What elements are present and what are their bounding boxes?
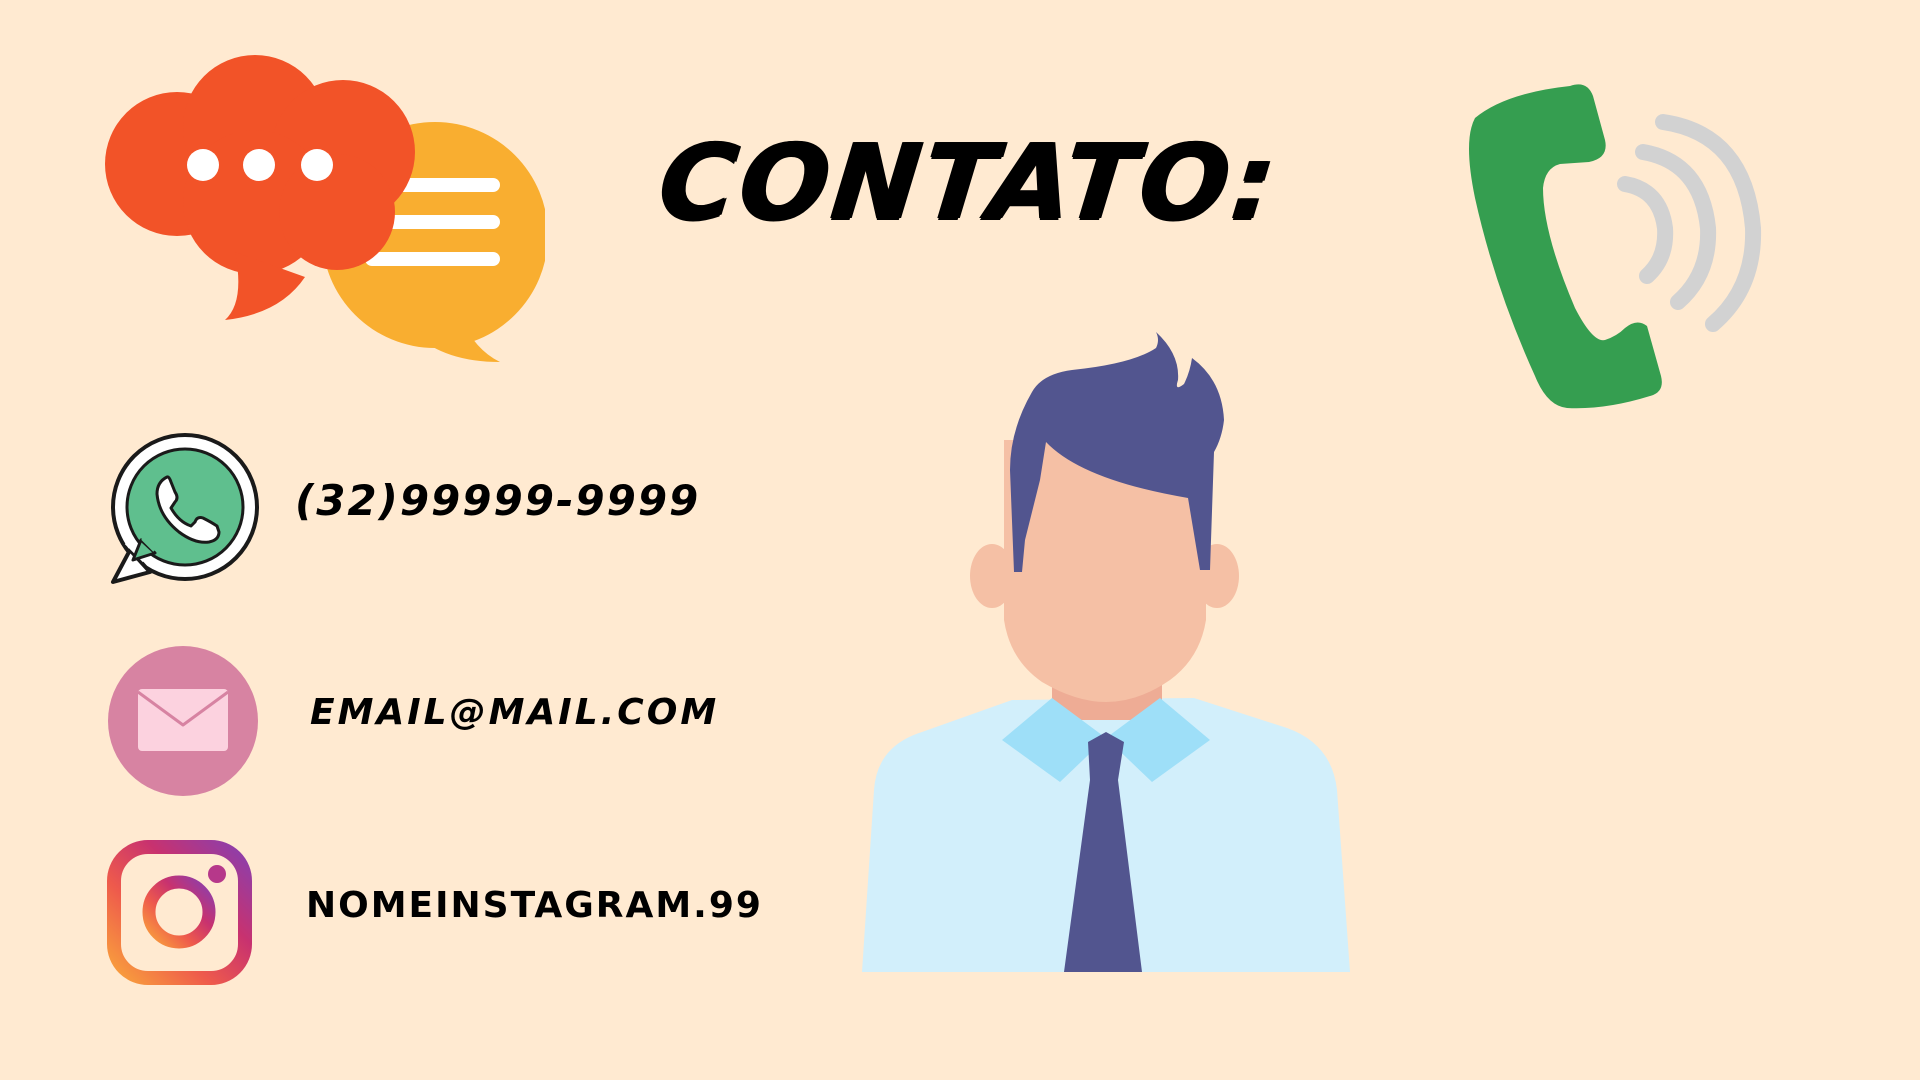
instagram-icon [107, 840, 252, 985]
signal-waves [1617, 114, 1762, 332]
envelope-icon [107, 645, 259, 797]
speech-bubbles-icon [105, 52, 545, 362]
phone-number[interactable]: (32)99999-9999 [295, 480, 700, 522]
whatsapp-icon [105, 432, 260, 587]
businessman-avatar [862, 330, 1350, 972]
email-address[interactable]: EMAIL@MAIL.COM [310, 695, 719, 731]
phone-ringing-icon [1465, 78, 1785, 438]
page-title: CONTATO: [653, 121, 1285, 243]
instagram-handle[interactable]: NOMEINSTAGRAM.99 [306, 888, 763, 924]
handset [1469, 84, 1662, 409]
